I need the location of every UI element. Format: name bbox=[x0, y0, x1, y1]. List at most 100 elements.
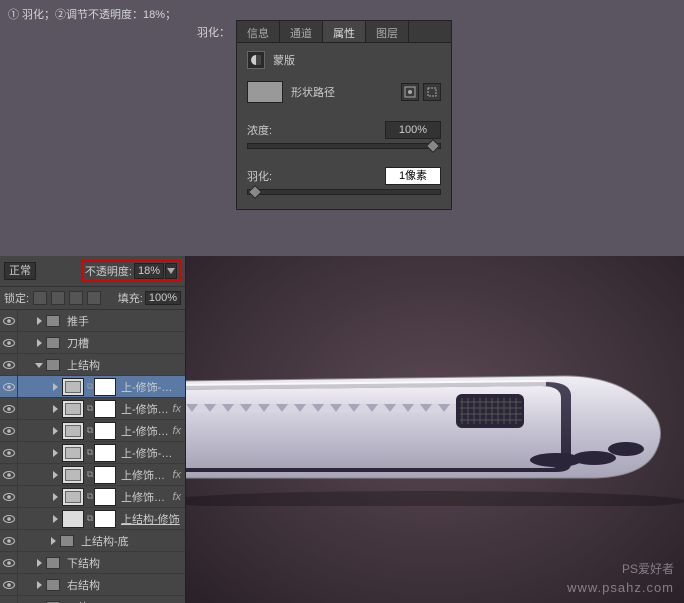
layer-tree[interactable]: 推手刀槽上结构⧉上-修饰-细节1⧉上-修饰-左结构fx⧉上-修饰-右结构fx⧉上… bbox=[0, 310, 185, 603]
folder-icon bbox=[60, 535, 74, 547]
mask-thumbnail[interactable] bbox=[94, 466, 116, 484]
vector-mask-button[interactable] bbox=[423, 83, 441, 101]
disclosure-triangle[interactable] bbox=[34, 316, 44, 326]
layer-folder[interactable]: 推手 bbox=[0, 310, 185, 332]
layer-thumbnail[interactable] bbox=[62, 466, 84, 484]
lock-position-icon[interactable] bbox=[69, 291, 83, 305]
disclosure-triangle[interactable] bbox=[50, 404, 60, 414]
shape-swatch[interactable] bbox=[247, 81, 283, 103]
link-icon: ⧉ bbox=[86, 469, 94, 480]
layer-item[interactable]: ⧉上-修饰-细节1 bbox=[0, 376, 185, 398]
tab-channels[interactable]: 通道 bbox=[280, 21, 323, 42]
layer-thumbnail[interactable] bbox=[62, 378, 84, 396]
disclosure-triangle[interactable] bbox=[50, 514, 60, 524]
mask-thumbnail[interactable] bbox=[94, 400, 116, 418]
visibility-toggle[interactable] bbox=[0, 398, 18, 420]
visibility-toggle[interactable] bbox=[0, 442, 18, 464]
disclosure-triangle[interactable] bbox=[34, 338, 44, 348]
layer-name[interactable]: 下结构 bbox=[67, 555, 181, 571]
layer-folder[interactable]: 刀片 bbox=[0, 596, 185, 603]
pixel-mask-button[interactable] bbox=[401, 83, 419, 101]
density-value[interactable]: 100% bbox=[385, 121, 441, 139]
slider-thumb[interactable] bbox=[426, 139, 440, 153]
layer-item[interactable]: ⧉上结构-修饰 bbox=[0, 508, 185, 530]
layer-name[interactable]: 上结构-修饰 bbox=[121, 511, 181, 527]
fx-badge[interactable]: fx bbox=[172, 469, 181, 481]
lock-pixels-icon[interactable] bbox=[51, 291, 65, 305]
fx-badge[interactable]: fx bbox=[172, 425, 181, 437]
layer-thumbnail[interactable] bbox=[62, 444, 84, 462]
mask-thumbnail[interactable] bbox=[94, 444, 116, 462]
disclosure-triangle[interactable] bbox=[50, 382, 60, 392]
layer-folder[interactable]: 上结构 bbox=[0, 354, 185, 376]
disclosure-triangle[interactable] bbox=[34, 580, 44, 590]
layer-name[interactable]: 刀槽 bbox=[67, 335, 181, 351]
mask-thumbnail[interactable] bbox=[94, 510, 116, 528]
fill-value[interactable]: 100% bbox=[145, 291, 181, 305]
visibility-toggle[interactable] bbox=[0, 486, 18, 508]
lock-transparency-icon[interactable] bbox=[33, 291, 47, 305]
layer-name[interactable]: 上-修饰-右结构 bbox=[121, 423, 170, 439]
layer-name[interactable]: 上修饰结构-下 bbox=[121, 489, 170, 505]
opacity-value[interactable]: 18% bbox=[134, 263, 164, 279]
layer-name[interactable]: 上结构-底 bbox=[81, 533, 181, 549]
visibility-toggle[interactable] bbox=[0, 354, 18, 376]
layer-folder[interactable]: 刀槽 bbox=[0, 332, 185, 354]
layer-name[interactable]: 上修饰结构-上 bbox=[121, 467, 170, 483]
layer-item[interactable]: ⧉上-修饰-高光 bbox=[0, 442, 185, 464]
blend-mode-dropdown[interactable]: 正常 bbox=[4, 262, 36, 280]
feather-slider[interactable] bbox=[247, 189, 441, 195]
feather-value-input[interactable]: 1像素 bbox=[385, 167, 441, 185]
layer-item[interactable]: ⧉ 上修饰结构-上fx bbox=[0, 464, 185, 486]
tab-info[interactable]: 信息 bbox=[237, 21, 280, 42]
visibility-toggle[interactable] bbox=[0, 332, 18, 354]
layer-folder[interactable]: 上结构-底 bbox=[0, 530, 185, 552]
layer-name[interactable]: 上-修饰-高光 bbox=[121, 445, 181, 461]
visibility-toggle[interactable] bbox=[0, 420, 18, 442]
visibility-toggle[interactable] bbox=[0, 596, 18, 603]
lock-all-icon[interactable] bbox=[87, 291, 101, 305]
layer-item[interactable]: ⧉上修饰结构-下fx bbox=[0, 486, 185, 508]
opacity-dropdown-icon[interactable] bbox=[165, 263, 177, 279]
layer-name[interactable]: 右结构 bbox=[67, 577, 181, 593]
folder-icon bbox=[46, 359, 60, 371]
visibility-toggle[interactable] bbox=[0, 574, 18, 596]
mask-thumbnail[interactable] bbox=[94, 378, 116, 396]
disclosure-triangle[interactable] bbox=[48, 536, 58, 546]
disclosure-triangle[interactable] bbox=[50, 470, 60, 480]
fx-badge[interactable]: fx bbox=[172, 403, 181, 415]
layer-name[interactable]: 上-修饰-细节1 bbox=[121, 379, 181, 395]
layer-thumbnail[interactable] bbox=[62, 422, 84, 440]
layer-folder[interactable]: 下结构 bbox=[0, 552, 185, 574]
layer-item[interactable]: ⧉上-修饰-右结构fx bbox=[0, 420, 185, 442]
mask-thumbnail[interactable] bbox=[94, 488, 116, 506]
visibility-toggle[interactable] bbox=[0, 508, 18, 530]
layer-name[interactable]: 刀片 bbox=[67, 599, 181, 603]
layer-name[interactable]: 上结构 bbox=[67, 357, 181, 373]
layer-thumbnail[interactable] bbox=[62, 400, 84, 418]
folder-icon bbox=[46, 315, 60, 327]
disclosure-triangle[interactable] bbox=[50, 448, 60, 458]
disclosure-triangle[interactable] bbox=[34, 360, 44, 370]
layer-name[interactable]: 推手 bbox=[67, 313, 181, 329]
visibility-toggle[interactable] bbox=[0, 376, 18, 398]
tab-properties[interactable]: 属性 bbox=[323, 21, 366, 42]
visibility-toggle[interactable] bbox=[0, 310, 18, 332]
layer-item[interactable]: ⧉上-修饰-左结构fx bbox=[0, 398, 185, 420]
tab-layers[interactable]: 图层 bbox=[366, 21, 409, 42]
density-slider[interactable] bbox=[247, 143, 441, 149]
disclosure-triangle[interactable] bbox=[50, 426, 60, 436]
mask-thumbnail[interactable] bbox=[94, 422, 116, 440]
layer-name[interactable]: 上-修饰-左结构 bbox=[121, 401, 170, 417]
canvas-preview: PS爱好者 www.psahz.com bbox=[186, 256, 684, 603]
layer-thumbnail[interactable] bbox=[62, 488, 84, 506]
disclosure-triangle[interactable] bbox=[34, 558, 44, 568]
disclosure-triangle[interactable] bbox=[50, 492, 60, 502]
slider-thumb[interactable] bbox=[248, 185, 262, 199]
fx-badge[interactable]: fx bbox=[172, 491, 181, 503]
visibility-toggle[interactable] bbox=[0, 552, 18, 574]
layer-thumbnail[interactable] bbox=[62, 510, 84, 528]
visibility-toggle[interactable] bbox=[0, 464, 18, 486]
layer-folder[interactable]: 右结构 bbox=[0, 574, 185, 596]
visibility-toggle[interactable] bbox=[0, 530, 18, 552]
